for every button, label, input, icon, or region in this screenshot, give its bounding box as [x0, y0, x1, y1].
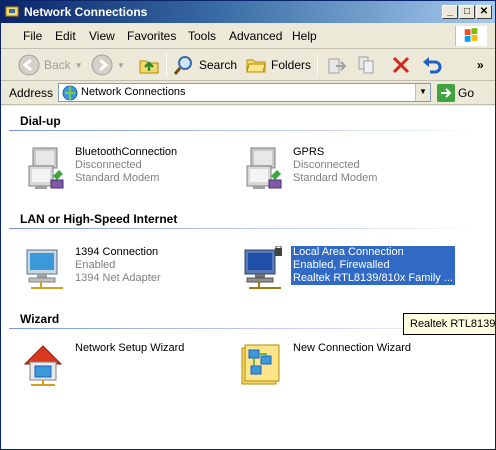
wizard-name: New Connection Wizard — [293, 342, 411, 354]
address-dropdown-icon[interactable]: ▼ — [415, 84, 430, 101]
menu-favorites[interactable]: Favorites — [127, 29, 176, 43]
minimize-button[interactable]: _ — [442, 5, 458, 19]
network-connections-icon — [62, 85, 78, 101]
close-button[interactable]: ✕ — [476, 5, 492, 19]
go-arrow-icon — [437, 84, 455, 102]
group-header-dial-up: Dial-up — [20, 114, 61, 128]
menu-edit[interactable]: Edit — [55, 29, 76, 43]
connection-device: Standard Modem — [293, 172, 378, 184]
folders-icon — [246, 59, 266, 73]
connection-status: Enabled — [75, 259, 116, 271]
connection-text: 1394 Connection Enabled 1394 Net Adapter — [75, 246, 161, 285]
dialup-computer-icon — [28, 147, 64, 189]
folders-button[interactable]: Folders — [245, 52, 311, 78]
connection-device: Realtek RTL8139/810x Family ... — [293, 272, 453, 284]
address-field[interactable]: Network Connections ▼ — [58, 83, 431, 102]
connections-list: Dial-up BluetoothConnection Disconnected… — [1, 106, 495, 449]
connection-gprs[interactable]: GPRS Disconnected Standard Modem — [239, 146, 439, 194]
windows-logo-icon — [455, 26, 487, 46]
network-connections-window: Network Connections _ □ ✕ File Edit View… — [0, 0, 496, 450]
toolbar-overflow-chevron-icon[interactable]: » — [477, 52, 484, 78]
move-to-button[interactable] — [326, 52, 348, 78]
menu-bar: File Edit View Favorites Tools Advanced … — [1, 23, 495, 49]
forward-dropdown-icon[interactable]: ▼ — [117, 61, 125, 70]
address-label: Address — [9, 86, 54, 100]
back-dropdown-icon[interactable]: ▼ — [75, 61, 83, 70]
connection-status: Disconnected — [293, 159, 360, 171]
group-divider — [9, 130, 479, 131]
menu-view[interactable]: View — [89, 29, 115, 43]
back-button[interactable]: Back ▼ — [18, 52, 83, 78]
delete-button[interactable] — [390, 52, 412, 78]
connection-name: 1394 Connection — [75, 246, 159, 258]
address-bar: Address Network Connections ▼ Go — [1, 81, 495, 105]
menu-file[interactable]: File — [23, 29, 42, 43]
back-label: Back — [44, 58, 71, 72]
connection-name: BluetoothConnection — [75, 146, 178, 158]
go-button[interactable]: Go — [437, 83, 474, 103]
new-connection-wizard-icon — [241, 344, 280, 385]
connection-text: Local Area Connection Enabled, Firewalle… — [291, 246, 455, 285]
delete-x-icon — [392, 56, 410, 74]
connection-device: 1394 Net Adapter — [75, 272, 161, 284]
connection-text: Network Setup Wizard — [75, 342, 184, 355]
connection-status: Enabled, Firewalled — [293, 259, 390, 271]
connection-device: Standard Modem — [75, 172, 160, 184]
connection-1394[interactable]: 1394 Connection Enabled 1394 Net Adapter — [21, 246, 221, 294]
group-header-lan: LAN or High-Speed Internet — [20, 212, 178, 226]
connection-bluetooth[interactable]: BluetoothConnection Disconnected Standar… — [21, 146, 221, 194]
up-folder-icon — [139, 60, 159, 74]
wizard-name: Network Setup Wizard — [75, 342, 185, 354]
connection-text: BluetoothConnection Disconnected Standar… — [75, 146, 177, 185]
device-tooltip: Realtek RTL8139/810x Family Fast Etherne… — [403, 313, 495, 335]
group-divider — [9, 228, 479, 229]
connection-name: Local Area Connection — [293, 246, 404, 258]
toolbar-separator — [317, 54, 318, 76]
lan-connection-icon — [26, 249, 63, 289]
forward-arrow-icon — [91, 54, 113, 76]
folders-label: Folders — [271, 58, 312, 72]
group-header-wizard: Wizard — [20, 312, 60, 326]
search-button[interactable]: Search — [173, 52, 237, 78]
forward-button[interactable]: ▼ — [91, 52, 125, 78]
menu-tools[interactable]: Tools — [188, 29, 216, 43]
connection-local-area[interactable]: Local Area Connection Enabled, Firewalle… — [239, 246, 479, 294]
dialup-computer-icon — [246, 147, 282, 189]
back-arrow-icon — [18, 54, 40, 76]
connection-text: GPRS Disconnected Standard Modem — [293, 146, 377, 185]
undo-icon — [423, 57, 442, 74]
up-folder-button[interactable] — [138, 52, 160, 78]
standard-toolbar: Back ▼ ▼ Search Folders » — [1, 49, 495, 81]
new-connection-wizard[interactable]: New Connection Wizard — [239, 342, 439, 390]
search-icon — [173, 56, 192, 75]
lan-connection-firewalled-icon — [244, 246, 282, 289]
undo-button[interactable] — [421, 52, 443, 78]
home-network-icon — [23, 345, 63, 386]
move-to-icon — [328, 58, 347, 74]
toolbar-separator — [166, 54, 167, 76]
copy-to-icon — [358, 56, 374, 74]
maximize-button[interactable]: □ — [459, 5, 475, 19]
title-bar[interactable]: Network Connections _ □ ✕ — [1, 1, 495, 23]
go-label: Go — [458, 86, 475, 100]
search-label: Search — [199, 58, 238, 72]
address-value: Network Connections — [81, 86, 186, 98]
menu-advanced[interactable]: Advanced — [229, 29, 282, 43]
connection-text: New Connection Wizard — [293, 342, 411, 355]
connection-name: GPRS — [293, 146, 325, 158]
copy-to-button[interactable] — [356, 52, 378, 78]
network-setup-wizard[interactable]: Network Setup Wizard — [21, 342, 221, 390]
connection-status: Disconnected — [75, 159, 142, 171]
window-title: Network Connections — [24, 5, 148, 19]
network-folder-icon — [5, 6, 19, 17]
menu-help[interactable]: Help — [292, 29, 317, 43]
